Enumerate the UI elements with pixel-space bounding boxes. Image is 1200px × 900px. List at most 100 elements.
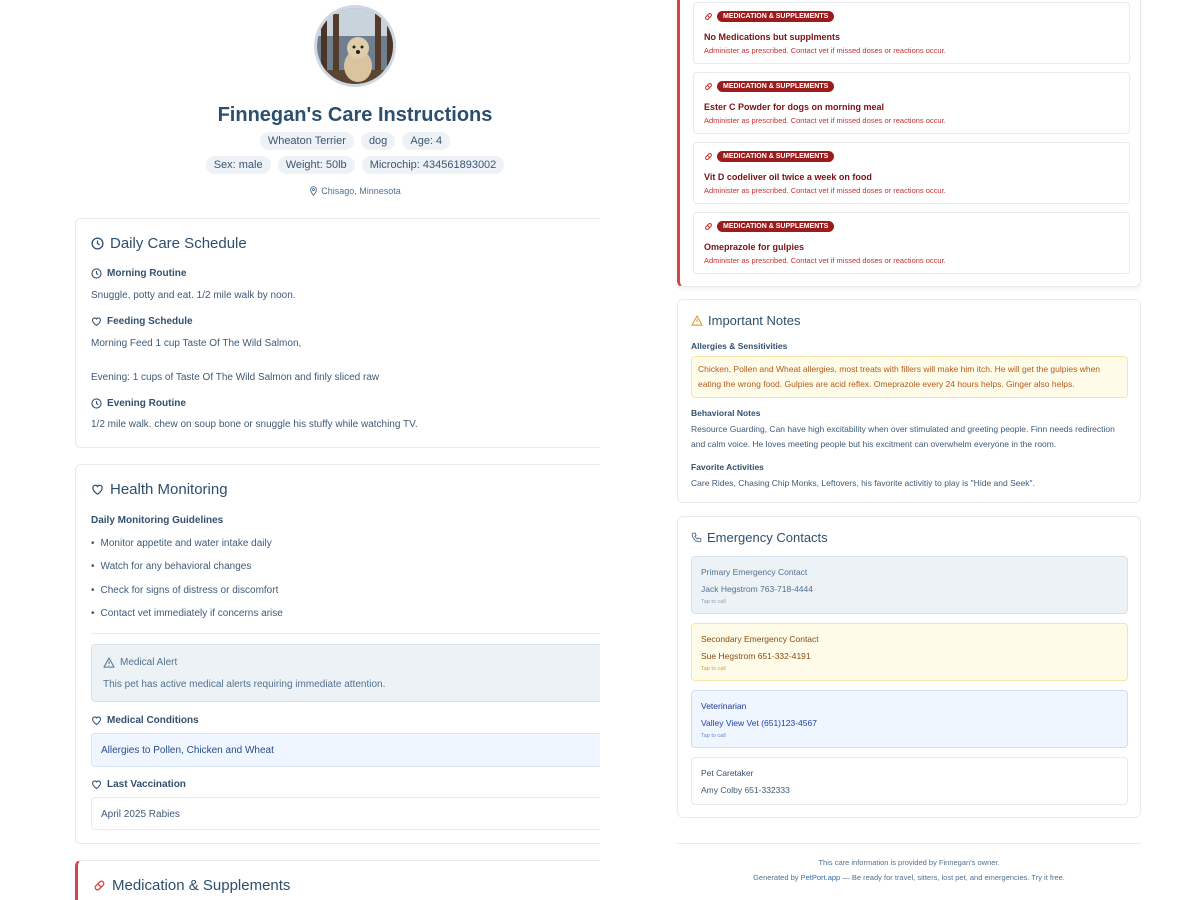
daily-care-title: Daily Care Schedule [110, 235, 247, 252]
guideline-item: • Watch for any behavioral changes [91, 561, 252, 572]
last-vaccination-box: April 2025 Rabies [91, 797, 600, 830]
emergency-contacts-card: Emergency Contacts Primary Emergency Con… [677, 516, 1141, 818]
medication-item: Medication & Supplements Ester C Powder … [693, 72, 1130, 134]
health-monitoring-title: Health Monitoring [110, 481, 228, 498]
health-monitoring-heading: Health Monitoring [91, 481, 228, 498]
pet-avatar [314, 5, 396, 87]
medication-tag: Medication & Supplements [717, 11, 835, 22]
warning-icon [691, 315, 703, 326]
allergies-label: Allergies & Sensitivities [691, 341, 788, 351]
contact-value[interactable]: Valley View Vet (651)123-4567 [701, 718, 817, 728]
pet-caretaker-contact-card[interactable]: Pet Caretaker Amy Colby 651-332333 [691, 757, 1128, 805]
last-vaccination-label: Last Vaccination [107, 779, 186, 790]
location: Chisago, Minnesota [0, 186, 600, 197]
daily-care-card: Daily Care Schedule Morning Routine Snug… [75, 218, 600, 448]
allergies-box: Chicken, Pollen and Wheat allergies, mos… [691, 356, 1128, 398]
pill-icon [705, 223, 712, 230]
heart-icon [92, 484, 103, 495]
last-vaccination-value: April 2025 Rabies [101, 809, 180, 820]
medication-tag-row: Medication & Supplements [704, 11, 835, 22]
medical-conditions-value: Allergies to Pollen, Chicken and Wheat [101, 745, 274, 756]
behavioral-notes-label: Behavioral Notes [691, 408, 761, 418]
medication-name: Omeprazole for gulpies [704, 242, 805, 252]
tap-to-call-hint: Tap to call [701, 733, 726, 739]
heart-icon [92, 317, 101, 327]
medication-heading: Medication & Supplements [93, 877, 290, 894]
pill-icon [705, 153, 712, 160]
medication-instructions: Administer as prescribed. Contact vet if… [704, 116, 946, 125]
health-monitoring-card: Health Monitoring Daily Monitoring Guide… [75, 464, 600, 844]
contact-value[interactable]: Sue Hegstrom 651-332-4191 [701, 651, 811, 661]
divider [91, 633, 600, 634]
footer-suffix: — Be ready for travel, sitters, lost pet… [840, 873, 1065, 882]
tap-to-call-hint: Tap to call [701, 599, 726, 605]
left-column: Finnegan's Care Instructions Wheaton Ter… [0, 0, 600, 900]
feeding-morning-text: Morning Feed 1 cup Taste Of The Wild Sal… [91, 338, 302, 349]
medication-card: Medication & Supplements [75, 860, 600, 900]
heart-icon [92, 716, 101, 726]
pill-icon [94, 880, 105, 891]
primary-contact-card[interactable]: Primary Emergency Contact Jack Hegstrom … [691, 556, 1128, 614]
medical-alert-heading: Medical Alert [103, 657, 177, 668]
allergies-text: Chicken, Pollen and Wheat allergies, mos… [698, 364, 1101, 389]
important-notes-card: Important Notes Allergies & Sensitivitie… [677, 299, 1141, 503]
microchip-chip: Microchip: 434561893002 [361, 156, 505, 174]
medication-list-panel: Medication & Supplements No Medications … [677, 0, 1141, 287]
species-chip: dog [360, 132, 396, 150]
medication-tag-row: Medication & Supplements [704, 81, 835, 92]
page-title: Finnegan's Care Instructions [217, 104, 493, 126]
morning-routine-label: Morning Routine [107, 268, 187, 279]
guidelines-label: Daily Monitoring Guidelines [91, 515, 224, 526]
age-chip: Age: 4 [402, 132, 451, 150]
guideline-item: • Check for signs of distress or discomfo… [91, 585, 279, 596]
pet-info-chips-row-1: Wheaton Terrier dog Age: 4 [0, 132, 600, 150]
tap-to-call-hint: Tap to call [701, 666, 726, 672]
medical-alert-text: This pet has active medical alerts requi… [103, 679, 386, 690]
medical-alert-title: Medical Alert [120, 657, 178, 668]
medical-conditions-heading: Medical Conditions [91, 715, 199, 726]
behavioral-notes-text: Resource Guarding, Can have high excitab… [691, 424, 1115, 449]
medication-instructions: Administer as prescribed. Contact vet if… [704, 186, 946, 195]
last-vaccination-heading: Last Vaccination [91, 779, 186, 790]
contact-value[interactable]: Jack Hegstrom 763-718-4444 [701, 584, 813, 594]
map-pin-icon [310, 186, 318, 197]
medical-conditions-box: Allergies to Pollen, Chicken and Wheat [91, 733, 600, 767]
medication-name: Ester C Powder for dogs on morning meal [704, 102, 885, 112]
evening-routine-heading: Evening Routine [91, 398, 186, 409]
pill-icon [705, 83, 712, 90]
medication-instructions: Administer as prescribed. Contact vet if… [704, 46, 946, 55]
guideline-item: • Contact vet immediately if concerns ari… [91, 608, 283, 619]
contact-label: Primary Emergency Contact [701, 567, 808, 577]
veterinarian-contact-card[interactable]: Veterinarian Valley View Vet (651)123-45… [691, 690, 1128, 748]
weight-chip: Weight: 50lb [277, 156, 355, 174]
medication-item: Medication & Supplements Omeprazole for … [693, 212, 1130, 274]
daily-care-heading: Daily Care Schedule [91, 235, 247, 252]
secondary-contact-card[interactable]: Secondary Emergency Contact Sue Hegstrom… [691, 623, 1128, 681]
medical-alert-box: Medical Alert This pet has active medica… [91, 644, 600, 702]
pet-info-chips-row-2: Sex: male Weight: 50lb Microchip: 434561… [0, 156, 600, 174]
pill-icon [705, 13, 712, 20]
contact-label: Pet Caretaker [701, 768, 754, 778]
medication-tag: Medication & Supplements [717, 221, 835, 232]
morning-routine-text: Snuggle, potty and eat. 1/2 mile walk by… [91, 290, 296, 301]
important-notes-heading: Important Notes [691, 313, 801, 328]
guideline-item: • Monitor appetite and water intake daily [91, 538, 272, 549]
medical-conditions-label: Medical Conditions [107, 715, 199, 726]
footer-line-2: Generated by PetPort.app — Be ready for … [677, 873, 1141, 882]
feeding-schedule-label: Feeding Schedule [107, 316, 193, 327]
evening-routine-text: 1/2 mile walk. chew on soup bone or snug… [91, 419, 418, 430]
sex-chip: Sex: male [205, 156, 271, 174]
guideline-text: Check for signs of distress or discomfor… [100, 585, 279, 596]
favorite-activities-text: Care Rides, Chasing Chip Monks, Leftover… [691, 478, 1035, 488]
emergency-contacts-heading: Emergency Contacts [691, 530, 828, 545]
contact-value[interactable]: Amy Colby 651-332333 [701, 785, 790, 795]
feeding-evening-text: Evening: 1 cups of Taste Of The Wild Sal… [91, 372, 380, 383]
clock-icon [91, 237, 104, 250]
morning-routine-heading: Morning Routine [91, 268, 186, 279]
feeding-schedule-heading: Feeding Schedule [91, 316, 193, 327]
medication-name: Vit D codeliver oil twice a week on food [704, 172, 872, 182]
petport-link[interactable]: PetPort.app [801, 873, 841, 882]
medication-title: Medication & Supplements [112, 877, 291, 894]
medication-name: No Medications but supplments [704, 32, 841, 42]
medication-item: Medication & Supplements Vit D codeliver… [693, 142, 1130, 204]
